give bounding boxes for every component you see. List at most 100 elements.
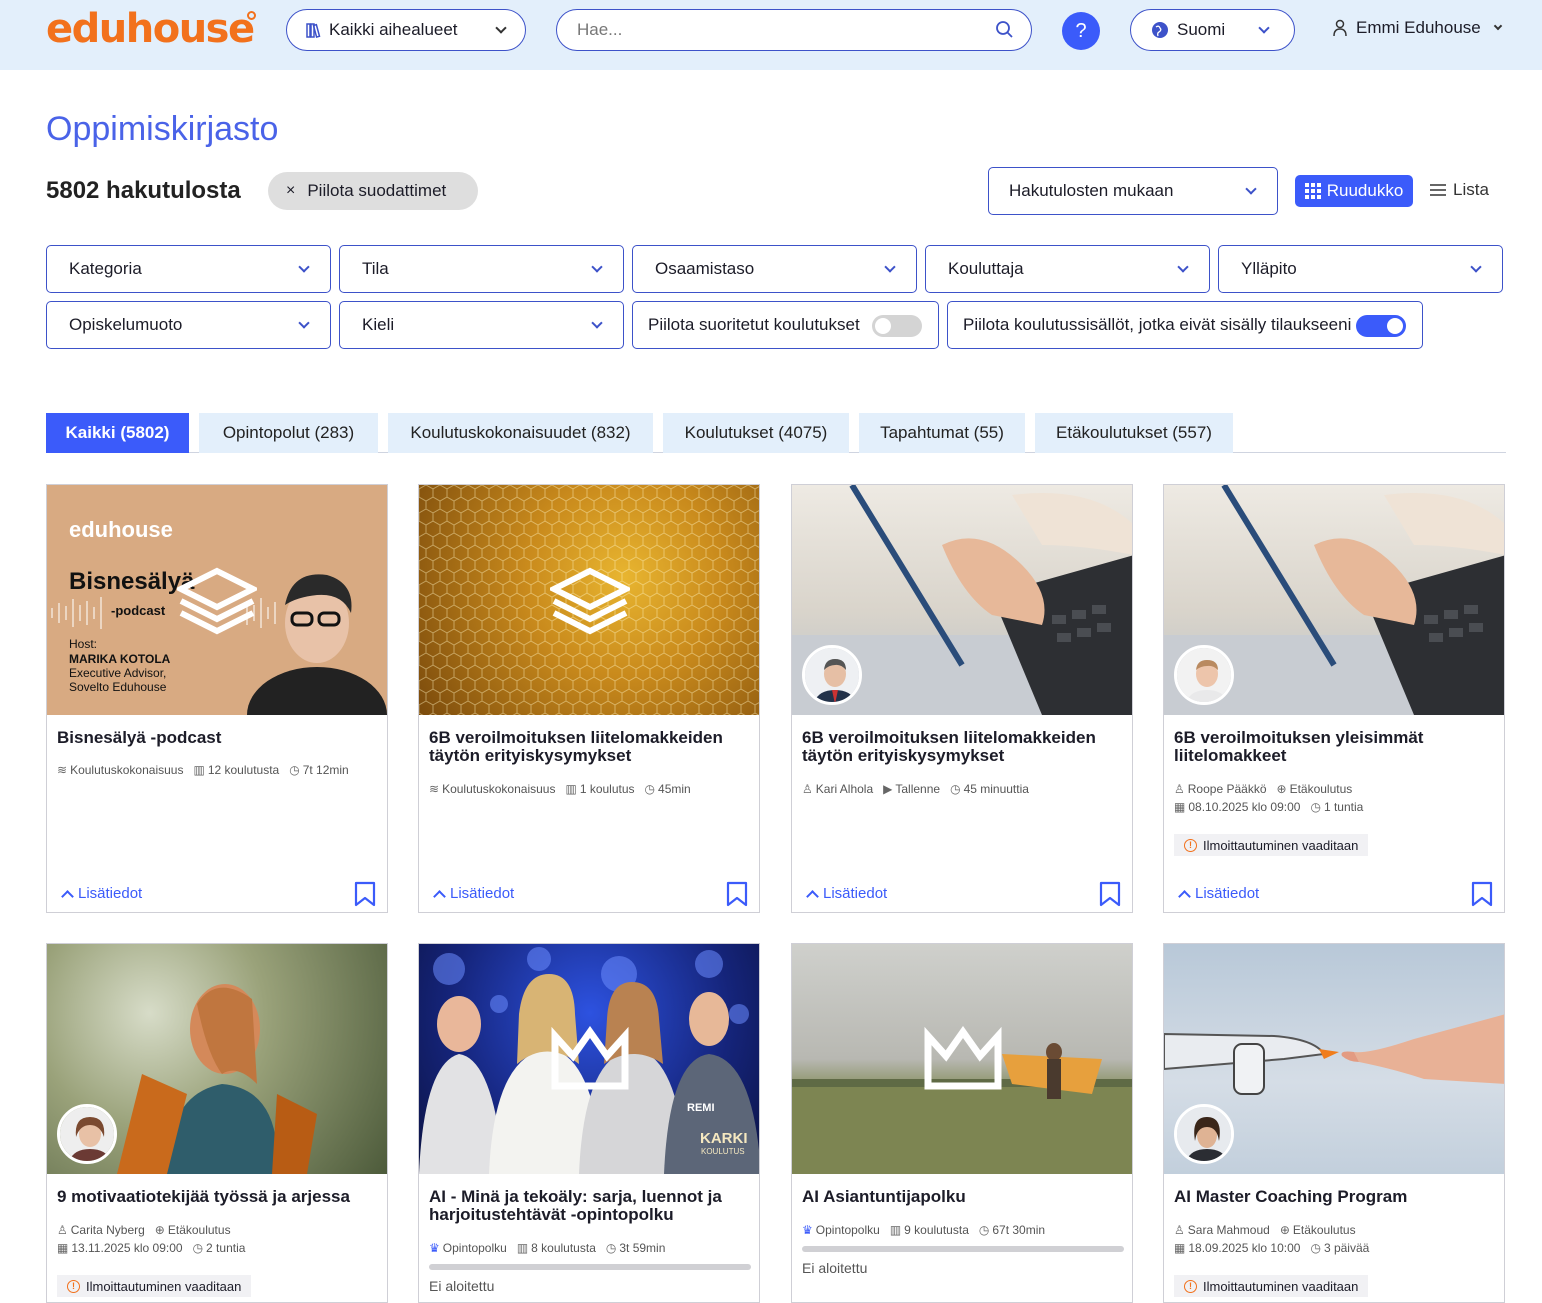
filter-skill-level[interactable]: Osaamistaso xyxy=(632,245,917,293)
chevron-down-icon xyxy=(495,22,507,34)
search-icon[interactable] xyxy=(995,20,1015,40)
meta-item: ▥ 1 koulutus xyxy=(565,782,635,796)
filter-trainer[interactable]: Kouluttaja xyxy=(925,245,1210,293)
grid-view-button[interactable]: Ruudukko xyxy=(1295,175,1413,207)
image-host-name: MARIKA KOTOLA xyxy=(69,652,171,666)
category-select-value: Kaikki aihealueet xyxy=(329,20,458,39)
course-card[interactable]: eduhouse Bisnesälyä -podcast Host: MARIK… xyxy=(46,484,388,913)
list-view-label: Lista xyxy=(1453,180,1489,199)
warning-icon: ! xyxy=(1184,1279,1197,1293)
card-title[interactable]: 6B veroilmoituksen liitelomakkeiden täyt… xyxy=(802,729,1124,765)
trainer-icon: ♙ xyxy=(802,782,813,796)
clock-icon: ◷ xyxy=(950,782,961,796)
more-info-button[interactable]: Lisätiedot xyxy=(1178,885,1259,903)
meta-item: ▥ 9 koulutusta xyxy=(889,1223,969,1237)
filter-maintainer[interactable]: Ylläpito xyxy=(1218,245,1503,293)
user-menu[interactable]: Emmi Eduhouse xyxy=(1332,18,1502,38)
chevron-down-icon xyxy=(591,317,603,329)
chevron-down-icon xyxy=(298,261,310,273)
chevron-down-icon xyxy=(1258,22,1270,34)
course-card[interactable]: 6B veroilmoituksen yleisimmät liitelomak… xyxy=(1163,484,1505,913)
filter-status[interactable]: Tila xyxy=(339,245,624,293)
progress-bar xyxy=(429,1264,751,1270)
more-info-button[interactable]: Lisätiedot xyxy=(61,885,142,903)
toggle-switch-on[interactable] xyxy=(1356,315,1406,337)
meta-item: ♙ Sara Mahmoud xyxy=(1174,1223,1270,1237)
meta-item: ≋ Koulutuskokonaisuus xyxy=(57,763,184,777)
card-title[interactable]: 9 motivaatiotekijää työssä ja arjessa xyxy=(57,1188,379,1206)
filter-language[interactable]: Kieli xyxy=(339,301,624,349)
filter-category[interactable]: Kategoria xyxy=(46,245,331,293)
trainer-avatar xyxy=(57,1104,117,1164)
card-title[interactable]: AI Asiantuntijapolku xyxy=(802,1188,1124,1206)
tab-courses[interactable]: Koulutukset (4075) xyxy=(663,413,849,453)
course-card[interactable]: AI Master Coaching Program ♙ Sara Mahmoud… xyxy=(1163,943,1505,1303)
more-info-button[interactable]: Lisätiedot xyxy=(433,885,514,903)
tab-all[interactable]: Kaikki (5802) xyxy=(46,413,189,453)
hide-completed-toggle[interactable]: Piilota suoritetut koulutukset xyxy=(632,301,939,349)
eduhouse-logo[interactable]: eduhouse xyxy=(46,6,255,52)
card-meta-schedule: ▦ 18.09.2025 klo 10:00 ◷ 3 päivää xyxy=(1174,1241,1369,1255)
meta-item: ▦ 08.10.2025 klo 09:00 xyxy=(1174,800,1301,814)
top-header: eduhouse Kaikki aihealueet Hae... ? Suom… xyxy=(0,0,1542,70)
tab-remote-courses[interactable]: Etäkoulutukset (557) xyxy=(1035,413,1233,453)
course-card[interactable]: 6B veroilmoituksen liitelomakkeiden täyt… xyxy=(418,484,760,913)
hide-not-subscribed-toggle[interactable]: Piilota koulutussisällöt, jotka eivät si… xyxy=(947,301,1423,349)
toggle-label: Piilota suoritetut koulutukset xyxy=(648,315,860,334)
progress-status: Ei aloitettu xyxy=(429,1278,495,1294)
language-select[interactable]: Suomi xyxy=(1130,9,1295,51)
bookmark-icon[interactable] xyxy=(1470,881,1494,907)
search-input[interactable]: Hae... xyxy=(556,9,1032,51)
card-meta: ♙ Carita Nyberg ⊕ Etäkoulutus xyxy=(57,1223,231,1237)
bookmark-icon[interactable] xyxy=(725,881,749,907)
bookmark-icon[interactable] xyxy=(1098,881,1122,907)
close-icon: × xyxy=(286,182,296,199)
card-title[interactable]: AI Master Coaching Program xyxy=(1174,1188,1496,1206)
course-card[interactable]: 6B veroilmoituksen liitelomakkeiden täyt… xyxy=(791,484,1133,913)
card-image: eduhouse Bisnesälyä -podcast Host: MARIK… xyxy=(47,485,387,715)
page-title: Oppimiskirjasto xyxy=(46,110,279,148)
hide-filters-button[interactable]: × Piilota suodattimet xyxy=(268,172,478,210)
filter-study-format[interactable]: Opiskelumuoto xyxy=(46,301,331,349)
toggle-switch-off[interactable] xyxy=(872,315,922,337)
help-button[interactable]: ? xyxy=(1062,12,1100,50)
books-icon xyxy=(306,23,321,38)
meta-item: ◷ 45min xyxy=(644,782,691,796)
card-title[interactable]: Bisnesälyä -podcast xyxy=(57,729,379,747)
meta-item: ♛ Opintopolku xyxy=(429,1241,507,1255)
chevron-down-icon xyxy=(1177,261,1189,273)
grid-view-label: Ruudukko xyxy=(1326,181,1404,200)
filter-label: Ylläpito xyxy=(1241,259,1297,278)
card-title[interactable]: 6B veroilmoituksen yleisimmät liitelomak… xyxy=(1174,729,1496,765)
clock-icon: ◷ xyxy=(192,1241,204,1255)
chevron-up-icon xyxy=(61,889,74,903)
more-info-button[interactable]: Lisätiedot xyxy=(806,885,887,903)
list-view-button[interactable]: Lista xyxy=(1430,180,1489,200)
image-host-label: Host: xyxy=(69,637,98,651)
meta-item: ♙ Roope Pääkkö xyxy=(1174,782,1267,796)
meta-item: ▦ 13.11.2025 klo 09:00 xyxy=(57,1241,183,1255)
clock-icon: ◷ xyxy=(605,1241,617,1255)
meta-item: ◷ 3 päivää xyxy=(1310,1241,1370,1255)
trainer-avatar xyxy=(1174,1104,1234,1164)
sort-select[interactable]: Hakutulosten mukaan xyxy=(988,167,1278,215)
chevron-down-icon xyxy=(1470,261,1482,273)
image-brand-text: eduhouse xyxy=(69,517,173,542)
image-host-company: Sovelto Eduhouse xyxy=(69,680,167,694)
course-card[interactable]: AI Asiantuntijapolku ♛ Opintopolku ▥ 9 kou… xyxy=(791,943,1133,1303)
tab-events[interactable]: Tapahtumat (55) xyxy=(859,413,1025,453)
card-meta: ♛ Opintopolku ▥ 9 koulutusta ◷ 67t 30min xyxy=(802,1223,1045,1237)
course-bundle-icon xyxy=(177,567,257,635)
bookmark-icon[interactable] xyxy=(353,881,377,907)
tab-learning-paths[interactable]: Opintopolut (283) xyxy=(199,413,378,453)
course-card[interactable]: REMI KARKI KOULUTUS AI - Minä ja tekoäly… xyxy=(418,943,760,1303)
tab-course-bundles[interactable]: Koulutuskokonaisuudet (832) xyxy=(388,413,653,453)
category-select[interactable]: Kaikki aihealueet xyxy=(286,9,526,51)
card-title[interactable]: AI - Minä ja tekoäly: sarja, luennot ja … xyxy=(429,1188,751,1224)
course-card[interactable]: 9 motivaatiotekijää työssä ja arjessa ♙ C… xyxy=(46,943,388,1303)
layers-icon: ≋ xyxy=(57,763,68,777)
calendar-icon: ▦ xyxy=(1174,1241,1186,1255)
card-meta: ♛ Opintopolku ▥ 8 koulutusta ◷ 3t 59min xyxy=(429,1241,665,1255)
card-title[interactable]: 6B veroilmoituksen liitelomakkeiden täyt… xyxy=(429,729,751,765)
trainer-icon: ♙ xyxy=(1174,782,1185,796)
